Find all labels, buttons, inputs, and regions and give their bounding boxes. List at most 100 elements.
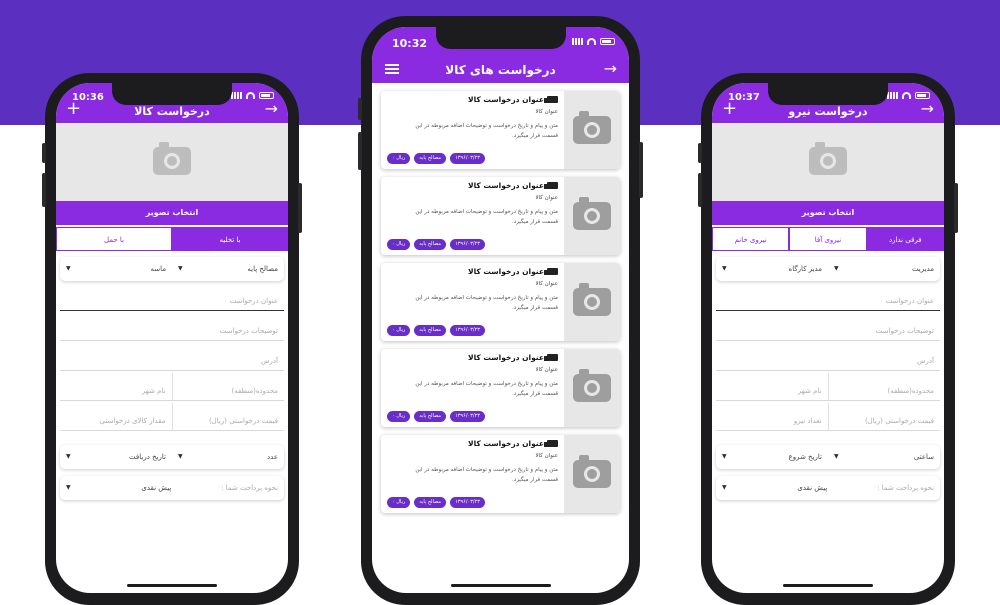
phone-button	[698, 143, 702, 163]
chevron-down-icon: ▼	[66, 484, 71, 491]
city-field[interactable]: نام شهر	[716, 373, 829, 400]
card-image	[564, 263, 620, 341]
truck-icon	[544, 268, 558, 275]
camera-icon	[809, 142, 847, 175]
card-description: متن و پیام و تاریخ درخواست و توضیحات اضا…	[415, 467, 558, 483]
region-city-row: محدوده(منطقه) نام شهر	[716, 373, 940, 401]
wifi-icon	[902, 92, 911, 99]
date-badge: ۱۳۹۶/۰۳/۲۳	[450, 325, 485, 336]
city-field[interactable]: نام شهر	[60, 373, 173, 400]
tab-female[interactable]: نیروی خانم	[712, 227, 790, 251]
price-badge: ۰ ریال	[387, 325, 411, 336]
truck-icon	[544, 182, 558, 189]
phone-button	[954, 183, 958, 233]
card-subtitle: عنوان کالا	[535, 453, 558, 459]
card-tags: ۰ ریال مصالح پایه ۱۳۹۶/۰۳/۲۳	[387, 497, 485, 508]
card-subtitle: عنوان کالا	[535, 281, 558, 287]
card-title-row: عنوان درخواست کالا	[468, 267, 558, 276]
payment-value: پیش نقدی	[141, 484, 172, 492]
title-field[interactable]: عنوان درخواست	[60, 283, 284, 311]
status-time: 10:37	[728, 92, 760, 103]
price-badge: ۰ ریال	[387, 153, 411, 164]
payment-value: پیش نقدی	[797, 484, 828, 492]
count-field[interactable]: تعداد نیرو	[716, 403, 829, 430]
request-card[interactable]: عنوان درخواست کالا عنوان کالا متن و پیام و…	[381, 349, 620, 427]
phone-button	[298, 183, 302, 233]
payment-select[interactable]: پیش نقدی ▼	[60, 476, 177, 500]
back-arrow-icon[interactable]: →	[604, 61, 617, 77]
sub-material-value: ماسه	[150, 265, 166, 273]
status-icons	[231, 92, 274, 99]
tab-with-transport[interactable]: با حمل	[56, 227, 172, 251]
chevron-down-icon: ▼	[722, 265, 727, 272]
description-placeholder: توضیحات درخواست	[219, 327, 278, 335]
card-image	[564, 91, 620, 169]
right-screen: 10:37 + درخواست نیرو → انتخاب تصویر نیرو…	[712, 83, 944, 593]
price-field[interactable]: قیمت درخواستی (ریال)	[173, 403, 285, 430]
rate-date-row: ساعتی ▼ تاریخ شروع ▼	[716, 445, 940, 469]
tab-male[interactable]: نیروی آقا	[789, 227, 867, 251]
receive-date-select[interactable]: تاریخ دریافت ▼	[60, 445, 172, 469]
sub-role-select[interactable]: مدیر کارگاه ▼	[716, 257, 828, 281]
wifi-icon	[246, 92, 255, 99]
start-date-value: تاریخ شروع	[788, 453, 822, 461]
price-badge: ۰ ریال	[387, 497, 411, 508]
phone-button	[358, 132, 362, 170]
material-value: مصالح پایه	[247, 265, 278, 273]
notch	[112, 83, 232, 105]
status-time: 10:36	[72, 92, 104, 103]
card-description: متن و پیام و تاریخ درخواست و توضیحات اضا…	[415, 295, 558, 311]
sub-role-value: مدیر کارگاه	[788, 265, 822, 273]
chevron-down-icon: ▼	[66, 265, 71, 272]
description-field[interactable]: توضیحات درخواست	[60, 313, 284, 341]
phone-button	[358, 98, 362, 120]
card-title: عنوان درخواست کالا	[467, 95, 544, 104]
home-indicator	[127, 584, 217, 587]
region-field[interactable]: محدوده(منطقه)	[173, 373, 285, 400]
card-tags: ۰ ریال مصالح پایه ۱۳۹۶/۰۳/۲۳	[387, 325, 485, 336]
address-field[interactable]: آدرس	[60, 343, 284, 371]
category-badge: مصالح پایه	[414, 411, 447, 422]
notch	[768, 83, 888, 105]
region-city-row: محدوده(منطقه) نام شهر	[60, 373, 284, 401]
request-card[interactable]: عنوان درخواست کالا عنوان کالا متن و پیام و…	[381, 263, 620, 341]
address-placeholder: آدرس	[261, 357, 278, 365]
region-field[interactable]: محدوده(منطقه)	[829, 373, 941, 400]
role-select-row: مدیریت ▼ مدیر کارگاه ▼	[716, 257, 940, 281]
amount-field[interactable]: مقدار کالای درخواستی	[60, 403, 173, 430]
price-field[interactable]: قیمت درخواستی (ریال)	[829, 403, 941, 430]
rate-select[interactable]: ساعتی ▼	[828, 445, 940, 469]
payment-select[interactable]: پیش نقدی ▼	[716, 476, 833, 500]
card-title: عنوان درخواست کالا	[467, 181, 544, 190]
camera-icon	[573, 455, 611, 488]
material-select[interactable]: مصالح پایه ▼	[172, 257, 284, 281]
phone-button	[42, 173, 46, 207]
card-image	[564, 177, 620, 255]
image-placeholder[interactable]	[56, 123, 288, 201]
battery-icon	[259, 92, 274, 99]
notch	[435, 27, 566, 49]
signal-icon	[572, 38, 583, 45]
camera-icon	[573, 111, 611, 144]
card-subtitle: عنوان کالا	[535, 109, 558, 115]
request-card[interactable]: عنوان درخواست کالا عنوان کالا متن و پیام و…	[381, 177, 620, 255]
tab-with-unload[interactable]: با تخلیه	[172, 227, 288, 251]
role-select[interactable]: مدیریت ▼	[828, 257, 940, 281]
title-field[interactable]: عنوان درخواست	[716, 283, 940, 311]
description-field[interactable]: توضیحات درخواست	[716, 313, 940, 341]
request-card[interactable]: عنوان درخواست کالا عنوان کالا متن و پیام و…	[381, 91, 620, 169]
sub-material-select[interactable]: ماسه ▼	[60, 257, 172, 281]
pick-image-button[interactable]: انتخاب تصویر	[56, 201, 288, 225]
battery-icon	[915, 92, 930, 99]
address-field[interactable]: آدرس	[716, 343, 940, 371]
pick-image-button[interactable]: انتخاب تصویر	[712, 201, 944, 225]
start-date-select[interactable]: تاریخ شروع ▼	[716, 445, 828, 469]
date-badge: ۱۳۹۶/۰۳/۲۳	[450, 153, 485, 164]
tab-no-preference[interactable]: فرقی ندارد	[866, 227, 944, 251]
image-placeholder[interactable]	[712, 123, 944, 201]
card-tags: ۰ ریال مصالح پایه ۱۳۹۶/۰۳/۲۳	[387, 239, 485, 250]
payment-row: نحوه پرداخت شما : پیش نقدی ▼	[60, 476, 284, 500]
unit-select[interactable]: عدد ▼	[172, 445, 284, 469]
battery-icon	[600, 38, 615, 45]
request-card[interactable]: عنوان درخواست کالا عنوان کالا متن و پیام و…	[381, 435, 620, 513]
